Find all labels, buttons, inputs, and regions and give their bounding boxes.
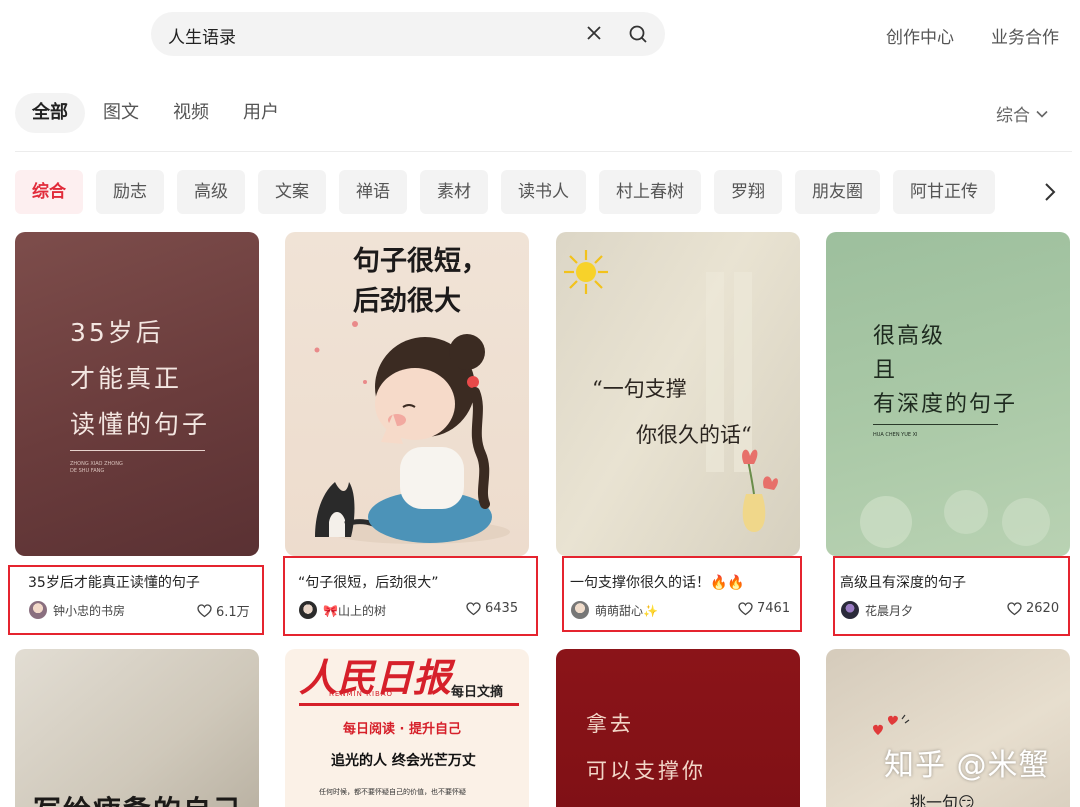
heart-icon bbox=[197, 603, 212, 617]
chip[interactable]: 综合 bbox=[15, 170, 83, 214]
tab-all[interactable]: 全部 bbox=[15, 93, 85, 133]
avatar bbox=[29, 601, 47, 619]
note-card[interactable]: 35岁后 才能真正 读懂的句子 ZHONG XIAO ZHONG DE SHU … bbox=[8, 232, 264, 635]
note-card[interactable]: 很高级 且 有深度的句子 HUA CHEN YUE XI 高级且有深度的句子 花… bbox=[826, 232, 1070, 636]
chip[interactable]: 禅语 bbox=[339, 170, 407, 214]
cover-line: 每日阅读 · 提升自己 bbox=[343, 722, 461, 737]
card-title[interactable]: “句子很短，后劲很大” bbox=[298, 572, 439, 592]
chip[interactable]: 罗翔 bbox=[714, 170, 782, 214]
cover-line: “一句支撑 bbox=[592, 377, 687, 401]
like-number: 6.1万 bbox=[216, 605, 250, 620]
sort-dropdown[interactable]: 综合 bbox=[996, 101, 1049, 126]
highlight-box bbox=[562, 556, 802, 632]
author-name: 萌萌甜心✨ bbox=[595, 603, 658, 618]
note-card[interactable]: 句子很短， 后劲很大 “句子很短，后劲很大” 🎀山上的树 6435 bbox=[283, 232, 538, 636]
masthead-sub: RENMIN RIBAO bbox=[329, 690, 393, 698]
highlight-box bbox=[283, 556, 538, 636]
card-cover[interactable]: 写给疲惫的自己 bbox=[15, 649, 259, 807]
author-name: 花晨月夕 bbox=[865, 603, 914, 618]
card-title[interactable]: 高级且有深度的句子 bbox=[840, 572, 966, 592]
like-count[interactable]: 6.1万 bbox=[197, 601, 250, 620]
chip[interactable]: 朋友圈 bbox=[795, 170, 880, 214]
card-title[interactable]: 35岁后才能真正读懂的句子 bbox=[28, 572, 200, 592]
divider bbox=[15, 151, 1072, 152]
cover-line: 追光的人 终会光芒万丈 bbox=[331, 753, 476, 769]
cover-line: 35岁后 bbox=[70, 318, 164, 347]
chip[interactable]: 村上春树 bbox=[599, 170, 701, 214]
note-card[interactable]: “一句支撑 你很久的话“ 一句支撑你很久的话！🔥🔥 萌萌甜心✨ 7461 bbox=[556, 232, 802, 632]
chevron-down-icon bbox=[1036, 110, 1048, 118]
cover-line: 很久的一句话 bbox=[586, 795, 730, 807]
chevron-right-icon[interactable] bbox=[1040, 180, 1060, 208]
sort-label: 综合 bbox=[996, 106, 1030, 126]
chip[interactable]: 文案 bbox=[258, 170, 326, 214]
cover-line: 你很久的话“ bbox=[636, 423, 752, 447]
card-author[interactable]: 🎀山上的树 bbox=[299, 601, 386, 619]
card-cover[interactable]: 人民日报 RENMIN RIBAO 每日文摘 每日阅读 · 提升自己 追光的人 … bbox=[285, 649, 529, 807]
search-icon[interactable] bbox=[627, 23, 649, 49]
author-name: 🎀山上的树 bbox=[323, 603, 386, 618]
heart-icon bbox=[466, 601, 481, 615]
creator-center-link[interactable]: 创作中心 bbox=[886, 23, 954, 48]
cover-line: 读懂的句子 bbox=[70, 410, 211, 439]
card-cover[interactable]: 很高级 且 有深度的句子 HUA CHEN YUE XI bbox=[826, 232, 1070, 556]
cover-line: 写给疲惫的自己 bbox=[33, 789, 243, 807]
type-tabs: 全部 图文 视频 用户 bbox=[15, 93, 313, 133]
like-count[interactable]: 2620 bbox=[1007, 601, 1059, 616]
clear-icon[interactable] bbox=[583, 22, 605, 48]
card-cover[interactable]: 35岁后 才能真正 读懂的句子 ZHONG XIAO ZHONG DE SHU … bbox=[15, 232, 259, 556]
girl-illustration bbox=[314, 321, 510, 544]
flower-illustration bbox=[860, 490, 1050, 548]
cover-line: 可以支撑你 bbox=[586, 759, 706, 783]
masthead-rule bbox=[299, 703, 519, 706]
chip[interactable]: 读书人 bbox=[501, 170, 586, 214]
chip[interactable]: 素材 bbox=[420, 170, 488, 214]
search-input[interactable]: 人生语录 bbox=[168, 23, 236, 48]
heart-icon bbox=[1007, 601, 1022, 615]
chip[interactable]: 高级 bbox=[177, 170, 245, 214]
avatar bbox=[571, 601, 589, 619]
cover-line: 拿去 bbox=[586, 712, 634, 736]
cover-line: 才能真正 bbox=[70, 364, 183, 393]
tab-image-text[interactable]: 图文 bbox=[103, 93, 139, 133]
card-author[interactable]: 萌萌甜心✨ bbox=[571, 601, 658, 619]
cover-body: 任何时候，都不要怀疑自己的价值，也不要怀疑 bbox=[319, 788, 466, 796]
cover-small-text: ZHONG XIAO ZHONG DE SHU FANG bbox=[70, 461, 123, 474]
business-link[interactable]: 业务合作 bbox=[991, 23, 1059, 48]
author-name: 钟小忠的书房 bbox=[53, 603, 126, 618]
card-author[interactable]: 钟小忠的书房 bbox=[29, 601, 125, 619]
like-number: 6435 bbox=[485, 601, 519, 616]
masthead-tag: 每日文摘 bbox=[451, 685, 504, 700]
avatar bbox=[299, 601, 317, 619]
cover-rule bbox=[70, 450, 205, 451]
filter-chips: 综合 励志 高级 文案 禅语 素材 读书人 村上春树 罗翔 朋友圈 阿甘正传 bbox=[15, 170, 995, 214]
card-cover[interactable]: 句子很短， 后劲很大 bbox=[285, 232, 529, 556]
card-author[interactable]: 花晨月夕 bbox=[841, 601, 913, 619]
card-cover[interactable]: 拿去 可以支撑你 很久的一句话 bbox=[556, 649, 800, 807]
tab-video[interactable]: 视频 bbox=[173, 93, 209, 133]
tab-users[interactable]: 用户 bbox=[243, 93, 279, 133]
highlight-box bbox=[833, 556, 1070, 636]
search-bar[interactable]: 人生语录 bbox=[151, 12, 665, 56]
watermark: 知乎 @米蟹 bbox=[884, 748, 1050, 783]
like-count[interactable]: 7461 bbox=[738, 601, 790, 616]
like-number: 2620 bbox=[1026, 601, 1060, 616]
chip[interactable]: 励志 bbox=[96, 170, 164, 214]
like-number: 7461 bbox=[757, 601, 791, 616]
chip[interactable]: 阿甘正传 bbox=[893, 170, 995, 214]
heart-icon bbox=[738, 601, 753, 615]
card-cover[interactable]: “一句支撑 你很久的话“ bbox=[556, 232, 800, 556]
like-count[interactable]: 6435 bbox=[466, 601, 518, 616]
cover-line: 挑一句😏 bbox=[910, 793, 975, 807]
avatar bbox=[841, 601, 859, 619]
card-title[interactable]: 一句支撑你很久的话！🔥🔥 bbox=[570, 572, 745, 592]
